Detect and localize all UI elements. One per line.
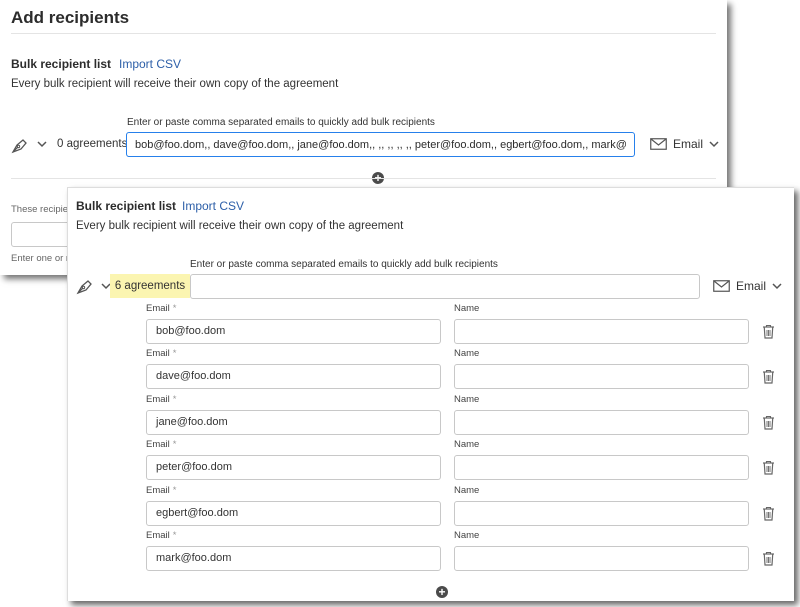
required-asterisk: * [172,393,177,405]
name-field-label: Name [454,530,480,541]
bulk-input-hint: Enter or paste comma separated emails to… [190,259,498,270]
bulk-emails-input[interactable] [190,274,700,299]
email-label-text: Email [146,530,170,541]
agreements-count: 0 agreements [57,138,128,150]
delivery-method-label: Email [736,279,767,293]
email-label-text: Email [146,303,170,314]
email-input[interactable]: bob@foo.dom [146,319,441,344]
bulk-emails-input[interactable] [126,132,635,157]
envelope-icon [713,280,730,292]
delivery-method-label: Email [673,137,704,151]
trash-icon[interactable] [762,460,775,475]
envelope-icon [650,138,667,150]
chevron-down-icon [772,282,782,289]
email-label-text: Email [146,393,170,405]
name-input[interactable] [454,319,749,344]
signer-dropdown-chevron-icon[interactable] [37,141,47,148]
agreements-count: 6 agreements [110,274,190,298]
divider [11,178,716,179]
import-csv-link[interactable]: Import CSV [182,199,244,213]
divider [11,33,716,34]
pen-nib-icon[interactable] [76,277,94,295]
bulk-input-hint: Enter or paste comma separated emails to… [127,117,435,128]
name-input[interactable] [454,455,749,481]
trash-icon[interactable] [762,551,775,566]
required-asterisk: * [172,484,177,496]
partial-label: These recipien [11,204,74,215]
email-input[interactable]: dave@foo.dom [146,364,441,390]
email-field-label: Email * [146,348,176,359]
required-asterisk: * [172,303,177,314]
required-asterisk: * [172,439,177,451]
email-field-label: Email * [146,530,176,541]
email-input[interactable]: mark@foo.dom [146,546,441,571]
email-field-label: Email * [146,394,176,405]
import-csv-link[interactable]: Import CSV [119,57,181,71]
trash-icon[interactable] [762,369,775,384]
name-field-label: Name [454,484,480,496]
name-field-label: Name [454,439,480,451]
email-label-text: Email [146,348,170,360]
section-title: Bulk recipient list [11,57,112,71]
email-input[interactable]: egbert@foo.dom [146,500,441,526]
name-field-label: Name [454,393,480,405]
delivery-method-dropdown[interactable]: Email [650,137,719,151]
chevron-down-icon [709,140,719,147]
email-field-label: Email * [146,439,176,450]
email-field-label: Email * [146,303,176,314]
name-field-label: Name [454,303,480,314]
name-input[interactable] [454,364,749,390]
email-input[interactable]: jane@foo.dom [146,409,441,435]
partial-input[interactable] [11,222,71,247]
required-asterisk: * [172,530,177,541]
email-field-label: Email * [146,485,176,496]
name-input[interactable] [454,409,749,435]
section-description: Every bulk recipient will receive their … [11,78,339,90]
pen-nib-icon[interactable] [11,136,29,154]
add-recipient-icon[interactable]: + [436,586,448,598]
email-label-text: Email [146,484,170,496]
email-label-text: Email [146,439,170,451]
partial-hint: Enter one or m [11,253,74,264]
trash-icon[interactable] [762,324,775,339]
page-title: Add recipients [11,8,130,27]
name-field-label: Name [454,348,480,360]
name-input[interactable] [454,500,749,526]
section-title: Bulk recipient list [76,199,177,213]
required-asterisk: * [172,348,177,360]
section-description: Every bulk recipient will receive their … [76,220,404,232]
email-input[interactable]: peter@foo.dom [146,455,441,481]
delivery-method-dropdown[interactable]: Email [713,279,782,293]
trash-icon[interactable] [762,506,775,521]
name-input[interactable] [454,546,749,571]
trash-icon[interactable] [762,415,775,430]
bulk-recipient-panel: Bulk recipient list Import CSV Every bul… [67,187,794,601]
